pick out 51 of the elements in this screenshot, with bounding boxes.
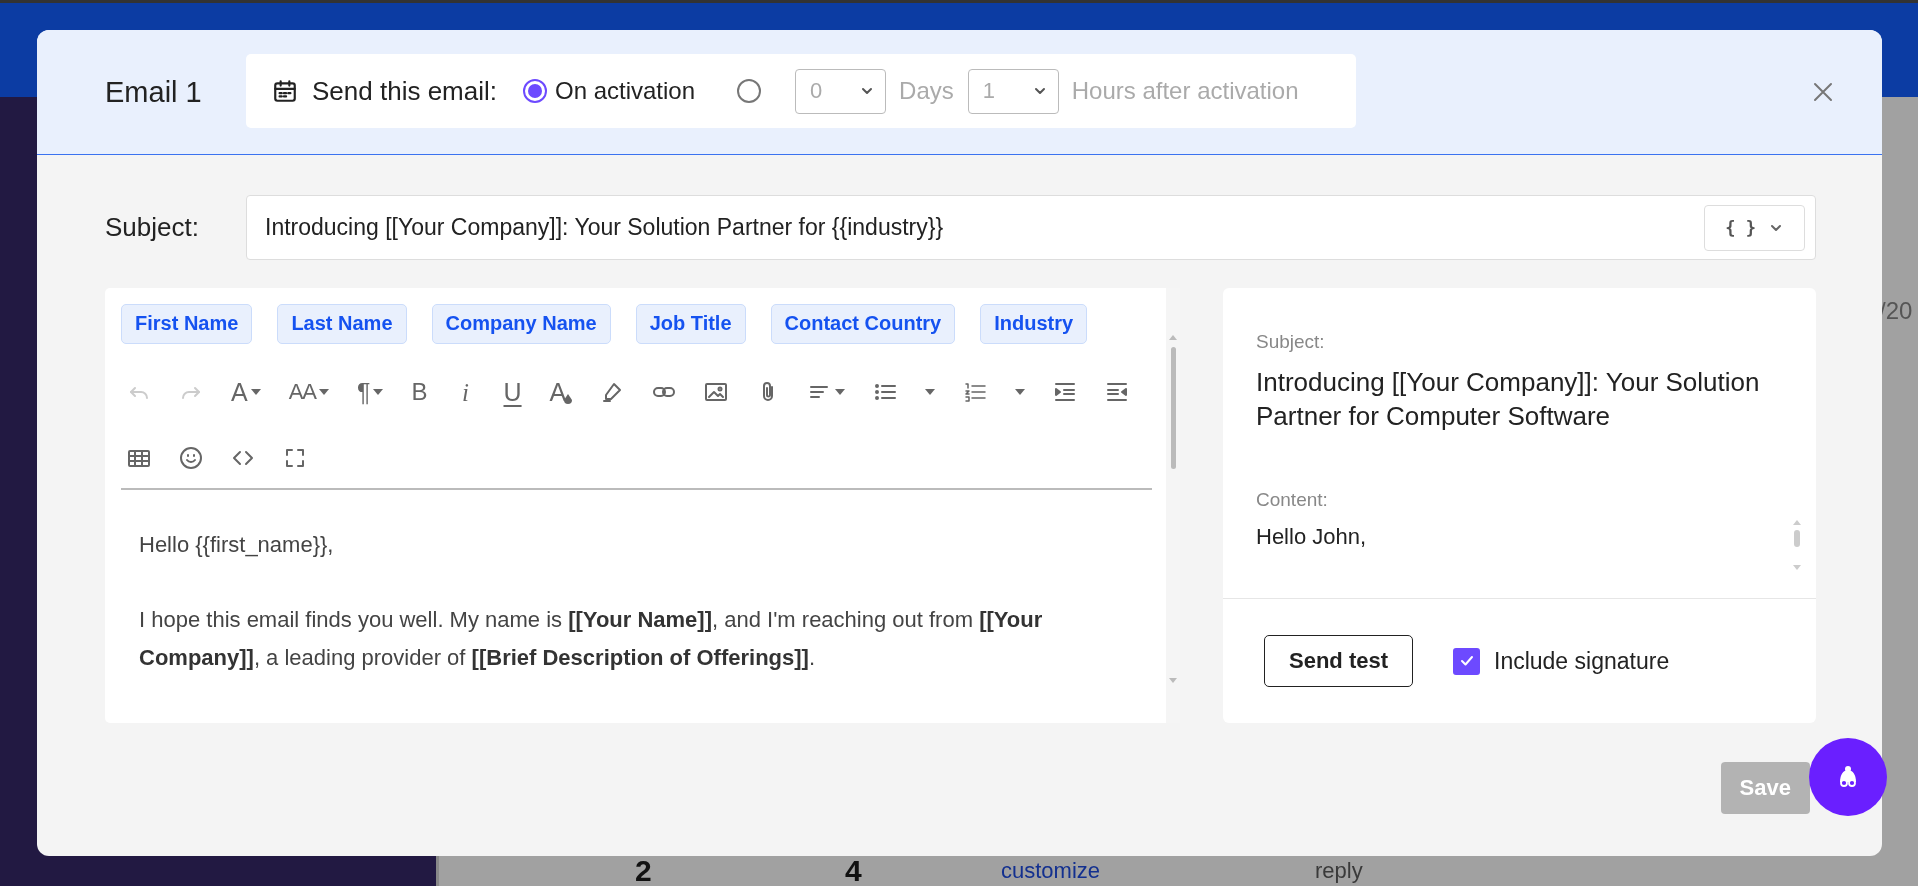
fullscreen-icon xyxy=(283,446,307,470)
caret-icon xyxy=(925,389,936,395)
toolbar-button[interactable]: A xyxy=(549,376,573,408)
toolbar-button[interactable]: U xyxy=(503,376,522,408)
checkbox-label: Include signature xyxy=(1494,647,1670,675)
indent-icon xyxy=(1053,380,1078,404)
close-icon xyxy=(1812,81,1834,103)
numbered-list-icon xyxy=(963,380,988,404)
content-label: Content: xyxy=(1256,489,1329,511)
body-paragraph: I hope this email finds you well. My name is [[Your Name]], and I'm reaching out from [[Your Company]], a leading provider of [[Brief Description of Offerings]]. xyxy=(139,606,1044,672)
subject-label: Subject: xyxy=(1256,331,1326,353)
merge-tag-button[interactable]: Contact Country xyxy=(770,304,956,344)
radio-button[interactable] xyxy=(737,79,762,103)
schedule-label: Send this email: xyxy=(312,75,497,107)
preview-content: Hello John, xyxy=(1256,524,1367,550)
chevron-icon xyxy=(861,87,874,95)
variables-button[interactable]: { } xyxy=(1704,204,1805,251)
unit-label: Days xyxy=(899,77,954,105)
caret-icon xyxy=(1015,389,1026,395)
count-text: 4 xyxy=(845,854,862,886)
scrollbar xyxy=(1792,519,1802,571)
subject-label: Subject: xyxy=(105,212,200,243)
merge-tag-button[interactable]: Industry xyxy=(980,304,1088,344)
toolbar-button[interactable]: i xyxy=(455,376,476,408)
smiley-icon xyxy=(179,446,203,470)
checkbox[interactable] xyxy=(1453,647,1480,675)
customize-link[interactable]: customize xyxy=(1001,858,1101,884)
reply-text: reply xyxy=(1315,858,1363,884)
merge-tag-button[interactable]: First Name xyxy=(121,304,253,344)
send-test-button[interactable]: Send test xyxy=(1264,635,1413,687)
merge-tag-button[interactable]: Last Name xyxy=(277,304,407,344)
option-label: On activation xyxy=(555,77,696,105)
toolbar-button[interactable]: AA xyxy=(288,376,330,408)
check-icon xyxy=(1459,655,1474,667)
preview-subject: Introducing [[Your Company]]: Your Solution Partner for Computer Software xyxy=(1256,366,1761,433)
modal-title: Email 1 xyxy=(105,75,203,109)
chevron-icon xyxy=(1770,223,1782,232)
toolbar-button[interactable]: B xyxy=(411,376,428,408)
image-icon xyxy=(704,380,729,404)
count-text: 2 xyxy=(635,854,652,886)
merge-tag-button[interactable]: Company Name xyxy=(431,304,611,344)
unit-label: Hours after activation xyxy=(1071,77,1299,105)
outdent-icon xyxy=(1105,380,1130,404)
subject-field[interactable]: Introducing [[Your Company]]: Your Solution Partner for {{industry}} { } xyxy=(246,195,1816,260)
merge-tag-button[interactable]: Job Title xyxy=(635,304,746,344)
radio-button[interactable] xyxy=(523,79,547,103)
body-paragraph: Hello {{first_name}}, xyxy=(139,531,335,559)
toolbar-button[interactable]: ¶ xyxy=(357,376,384,408)
calendar-icon xyxy=(272,78,298,104)
toolbar-button[interactable]: A xyxy=(231,376,261,408)
chevron-icon xyxy=(1033,87,1046,95)
